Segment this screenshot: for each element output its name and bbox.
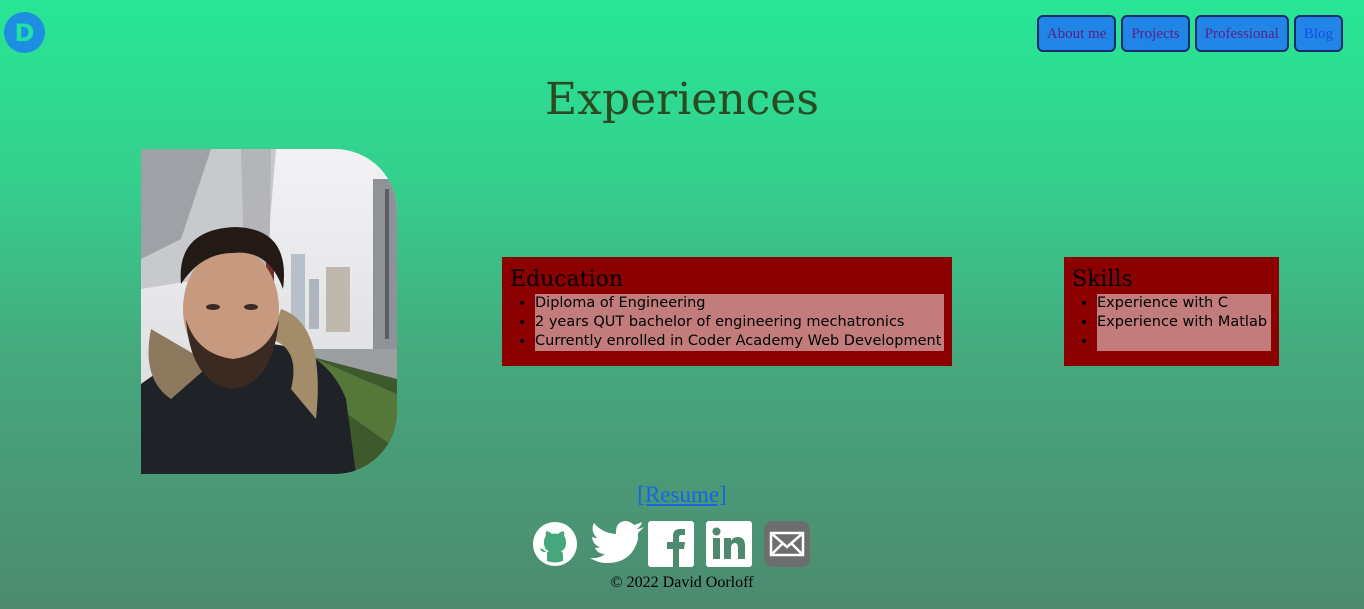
logo-letter: D xyxy=(14,18,35,47)
list-item: 2 years QUT bachelor of engineering mech… xyxy=(535,313,944,332)
nav-blog[interactable]: Blog xyxy=(1293,15,1343,52)
list-item: Experience with Matlab xyxy=(1097,313,1271,332)
social-links xyxy=(532,521,810,567)
footer-copyright: © 2022 David Oorloff xyxy=(610,574,754,591)
list-item: Currently enrolled in Coder Academy Web … xyxy=(535,332,944,351)
top-nav: About me Projects Professional Blog xyxy=(1036,15,1343,52)
skills-card: Skills Experience with C Experience with… xyxy=(1064,257,1279,366)
list-item xyxy=(1097,332,1271,351)
page-title: Experiences xyxy=(545,74,819,125)
education-heading: Education xyxy=(510,267,624,292)
email-icon[interactable] xyxy=(764,521,810,567)
nav-professional[interactable]: Professional xyxy=(1194,15,1289,52)
linkedin-icon[interactable] xyxy=(706,521,752,567)
nav-about-me[interactable]: About me xyxy=(1036,15,1117,52)
facebook-icon[interactable] xyxy=(648,521,694,567)
github-icon[interactable] xyxy=(532,521,578,567)
list-item: Experience with C xyxy=(1097,294,1271,313)
skills-list: Experience with C Experience with Matlab xyxy=(1097,294,1271,351)
profile-photo xyxy=(141,149,397,474)
site-logo[interactable]: D xyxy=(4,12,45,53)
list-item: Diploma of Engineering xyxy=(535,294,944,313)
twitter-icon[interactable] xyxy=(590,521,644,567)
education-card: Education Diploma of Engineering 2 years… xyxy=(502,257,952,366)
education-list: Diploma of Engineering 2 years QUT bache… xyxy=(535,294,944,351)
resume-link[interactable]: [Resume] xyxy=(637,482,726,507)
nav-projects[interactable]: Projects xyxy=(1121,15,1190,52)
resume-row: [Resume] xyxy=(0,482,1364,508)
skills-heading: Skills xyxy=(1072,267,1133,292)
